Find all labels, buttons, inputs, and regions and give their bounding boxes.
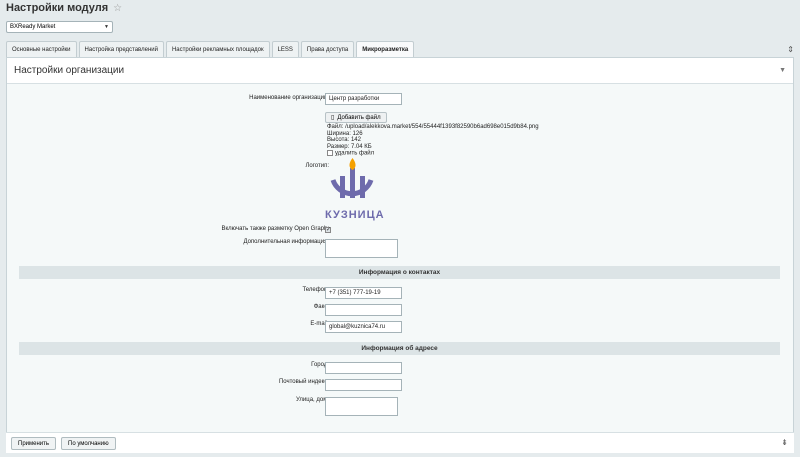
- additional-info-textarea[interactable]: [325, 239, 398, 258]
- apply-button[interactable]: Применить: [11, 437, 57, 450]
- tab-main-settings[interactable]: Основные настройки: [6, 41, 77, 57]
- contacts-section-header: Информация о контактах: [19, 266, 780, 279]
- tab-access-rights[interactable]: Права доступа: [300, 41, 355, 57]
- page-title-text: Настройки модуля: [6, 2, 109, 14]
- tab-microdata[interactable]: Микроразметка: [356, 41, 415, 58]
- module-select-value: BXReady Market: [10, 24, 56, 30]
- email-input[interactable]: global@kuznica74.ru: [325, 321, 402, 333]
- fax-input[interactable]: [325, 304, 402, 316]
- open-graph-label: Включать также разметку Open Graph:: [221, 226, 329, 232]
- chevron-down-icon: ▼: [104, 24, 109, 30]
- org-name-label: Наименование организации:: [249, 95, 329, 101]
- collapse-tabs-icon[interactable]: ⇕: [787, 45, 794, 54]
- phone-input[interactable]: +7 (351) 777-19-19: [325, 287, 402, 299]
- settings-panel: Настройки организации ▼ Наименование орг…: [6, 57, 794, 453]
- tab-less[interactable]: LESS: [271, 41, 299, 57]
- zip-input[interactable]: [325, 379, 402, 391]
- org-name-input[interactable]: Центр разработки: [325, 93, 402, 105]
- tab-bar: Основные настройки Настройка представлен…: [6, 41, 415, 58]
- panel-toggle-icon[interactable]: ▼: [779, 67, 786, 74]
- open-graph-checkbox[interactable]: [325, 226, 331, 233]
- add-file-button[interactable]: ▯ Добавить файл: [325, 112, 387, 123]
- tab-view-settings[interactable]: Настройка представлений: [78, 41, 164, 57]
- additional-info-label: Дополнительная информация:: [243, 239, 329, 245]
- pin-icon[interactable]: ⇟: [781, 438, 788, 447]
- file-icon: ▯: [331, 115, 335, 121]
- module-select[interactable]: BXReady Market ▼: [6, 21, 113, 33]
- panel-title: Настройки организации: [14, 65, 125, 76]
- city-input[interactable]: [325, 362, 402, 374]
- footer-bar: Применить По умолчанию ⇟: [6, 432, 794, 453]
- street-textarea[interactable]: [325, 397, 398, 416]
- star-icon[interactable]: ☆: [113, 3, 122, 14]
- page-title: Настройки модуля ☆: [6, 2, 122, 14]
- file-info: Файл: /upload/alekkova.market/554/55444f…: [327, 124, 539, 157]
- tab-ad-settings[interactable]: Настройки рекламных площадок: [165, 41, 270, 57]
- delete-file-checkbox[interactable]: [327, 150, 333, 156]
- address-section-header: Информация об адресе: [19, 342, 780, 355]
- default-button[interactable]: По умолчанию: [61, 437, 116, 450]
- logo-text: КУЗНИЦА: [325, 209, 385, 221]
- panel-header: Настройки организации ▼: [7, 58, 793, 84]
- delete-file-row: удалить файл: [327, 150, 539, 157]
- add-file-label: Добавить файл: [337, 114, 381, 121]
- zip-label: Почтовый индекс:: [278, 379, 329, 385]
- delete-file-label: удалить файл: [335, 150, 375, 157]
- file-path: Файл: /upload/alekkova.market/554/55444f…: [327, 124, 539, 130]
